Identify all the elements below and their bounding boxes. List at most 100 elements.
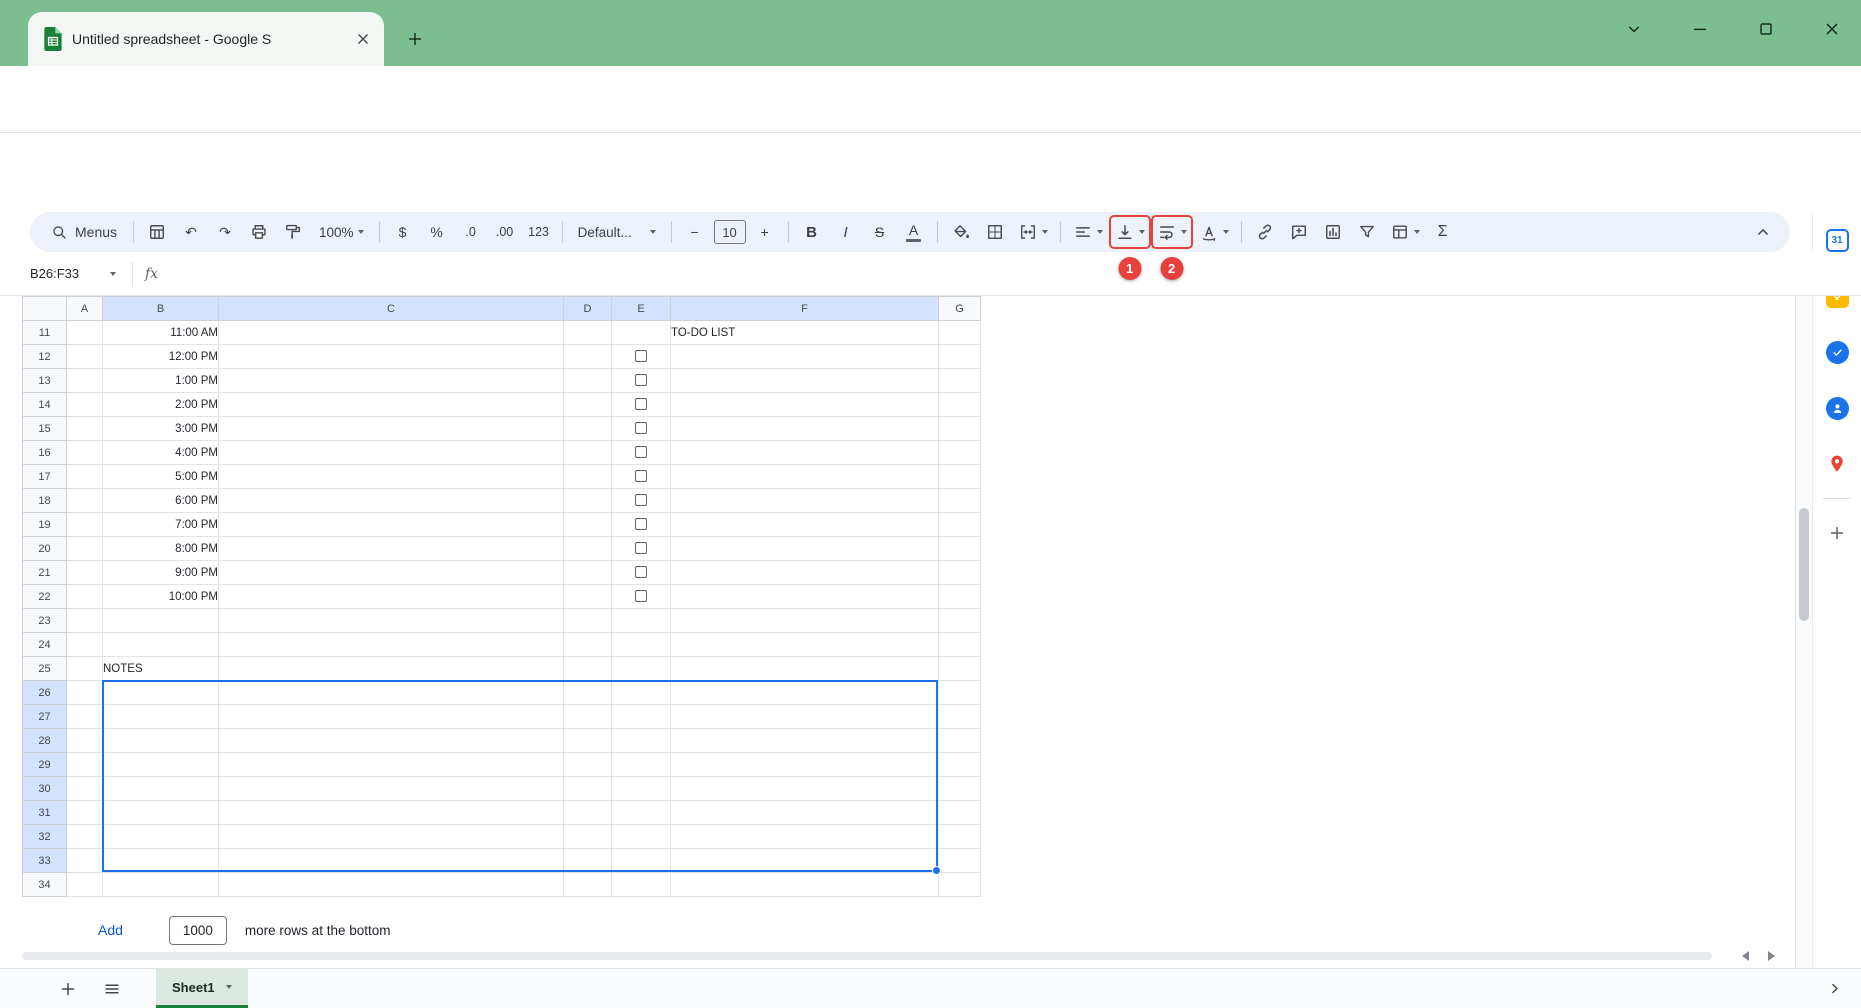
sidebar-item-tasks[interactable] [1813, 324, 1861, 380]
insert-chart-button[interactable] [1318, 217, 1348, 247]
tabbar-chevron-right-button[interactable] [1819, 974, 1849, 1004]
cell-G19[interactable] [939, 513, 981, 537]
cell-C21[interactable] [219, 561, 564, 585]
cell-B27[interactable] [103, 705, 219, 729]
scroll-left-arrow[interactable] [1742, 951, 1749, 961]
cell-D21[interactable] [564, 561, 612, 585]
close-button[interactable] [1813, 10, 1851, 48]
cell-F16[interactable] [671, 441, 939, 465]
cell-C28[interactable] [219, 729, 564, 753]
cell-E11[interactable] [612, 321, 671, 345]
strikethrough-button[interactable]: S [865, 217, 895, 247]
cell-E20[interactable] [612, 537, 671, 561]
cell-E16[interactable] [612, 441, 671, 465]
cell-E30[interactable] [612, 777, 671, 801]
cell-A21[interactable] [67, 561, 103, 585]
row-header-28[interactable]: 28 [23, 729, 67, 753]
row-header-17[interactable]: 17 [23, 465, 67, 489]
cell-D27[interactable] [564, 705, 612, 729]
insert-comment-button[interactable] [1284, 217, 1314, 247]
cell-B34[interactable] [103, 873, 219, 897]
cell-G27[interactable] [939, 705, 981, 729]
cell-C23[interactable] [219, 609, 564, 633]
cell-F15[interactable] [671, 417, 939, 441]
format-currency-button[interactable]: $ [388, 217, 418, 247]
row-header-22[interactable]: 22 [23, 585, 67, 609]
cell-A31[interactable] [67, 801, 103, 825]
cell-G28[interactable] [939, 729, 981, 753]
cell-C25[interactable] [219, 657, 564, 681]
cell-C11[interactable] [219, 321, 564, 345]
row-header-19[interactable]: 19 [23, 513, 67, 537]
cell-B22[interactable]: 10:00 PM [103, 585, 219, 609]
column-header-E[interactable]: E [612, 297, 671, 321]
cell-D32[interactable] [564, 825, 612, 849]
todo-checkbox[interactable] [635, 374, 647, 386]
cell-B11[interactable]: 11:00 AM [103, 321, 219, 345]
column-header-D[interactable]: D [564, 297, 612, 321]
cell-C33[interactable] [219, 849, 564, 873]
cell-E29[interactable] [612, 753, 671, 777]
cell-D23[interactable] [564, 609, 612, 633]
vertical-scrollbar[interactable] [1795, 296, 1812, 968]
todo-checkbox[interactable] [635, 398, 647, 410]
scroll-right-arrow[interactable] [1768, 951, 1775, 961]
cell-G31[interactable] [939, 801, 981, 825]
cell-G29[interactable] [939, 753, 981, 777]
cell-C29[interactable] [219, 753, 564, 777]
cell-C17[interactable] [219, 465, 564, 489]
cell-B19[interactable]: 7:00 PM [103, 513, 219, 537]
text-rotation-button[interactable] [1195, 217, 1233, 247]
cell-A33[interactable] [67, 849, 103, 873]
cell-D14[interactable] [564, 393, 612, 417]
tab-search-button[interactable] [1615, 10, 1653, 48]
sidebar-item-maps[interactable] [1813, 436, 1861, 492]
paint-format-button[interactable] [278, 217, 308, 247]
cell-G11[interactable] [939, 321, 981, 345]
minimize-button[interactable] [1681, 10, 1719, 48]
cell-E14[interactable] [612, 393, 671, 417]
row-header-24[interactable]: 24 [23, 633, 67, 657]
cell-F32[interactable] [671, 825, 939, 849]
menus-search-button[interactable]: Menus [40, 217, 127, 247]
cell-A13[interactable] [67, 369, 103, 393]
cell-F30[interactable] [671, 777, 939, 801]
increase-decimal-button[interactable]: .00 [490, 217, 520, 247]
row-header-30[interactable]: 30 [23, 777, 67, 801]
cell-D13[interactable] [564, 369, 612, 393]
text-wrapping-button[interactable]: 2 [1153, 217, 1191, 247]
cell-D28[interactable] [564, 729, 612, 753]
cell-C20[interactable] [219, 537, 564, 561]
cell-G21[interactable] [939, 561, 981, 585]
cell-G13[interactable] [939, 369, 981, 393]
cell-F13[interactable] [671, 369, 939, 393]
cell-B26[interactable] [103, 681, 219, 705]
cell-A26[interactable] [67, 681, 103, 705]
increase-font-size-button[interactable]: + [750, 217, 780, 247]
row-header-29[interactable]: 29 [23, 753, 67, 777]
cell-F17[interactable] [671, 465, 939, 489]
cell-G25[interactable] [939, 657, 981, 681]
cell-G15[interactable] [939, 417, 981, 441]
cell-E17[interactable] [612, 465, 671, 489]
cell-B24[interactable] [103, 633, 219, 657]
row-header-33[interactable]: 33 [23, 849, 67, 873]
cell-E21[interactable] [612, 561, 671, 585]
cell-F23[interactable] [671, 609, 939, 633]
cell-E19[interactable] [612, 513, 671, 537]
cell-A11[interactable] [67, 321, 103, 345]
row-count-input[interactable] [169, 916, 227, 945]
cell-D30[interactable] [564, 777, 612, 801]
column-header-G[interactable]: G [939, 297, 981, 321]
cell-F29[interactable] [671, 753, 939, 777]
cell-A30[interactable] [67, 777, 103, 801]
add-rows-button[interactable]: Add [98, 922, 123, 938]
cell-C13[interactable] [219, 369, 564, 393]
cell-F34[interactable] [671, 873, 939, 897]
cell-D16[interactable] [564, 441, 612, 465]
horizontal-scroll-thumb[interactable] [22, 952, 1712, 960]
row-header-11[interactable]: 11 [23, 321, 67, 345]
cell-A16[interactable] [67, 441, 103, 465]
todo-checkbox[interactable] [635, 350, 647, 362]
cell-G18[interactable] [939, 489, 981, 513]
